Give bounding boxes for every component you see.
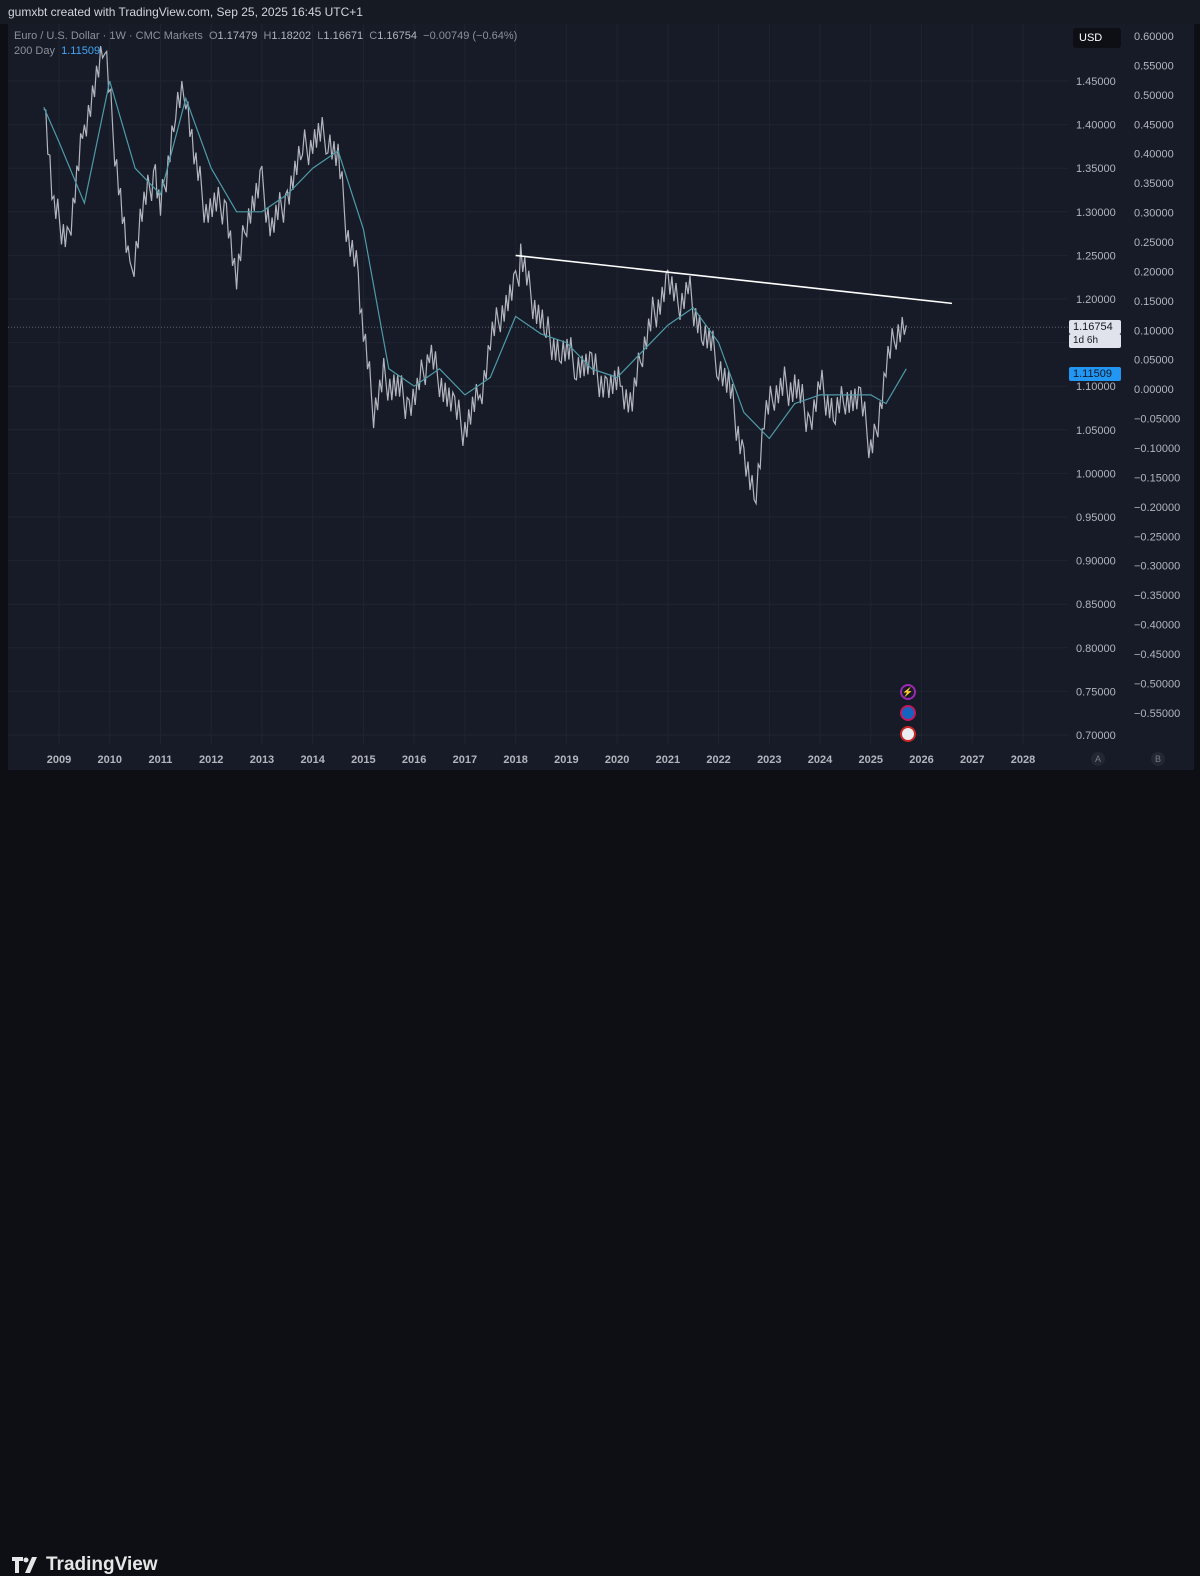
pct-tick-label: 0.30000 [1134, 208, 1174, 220]
change-value: −0.00749 (−0.64%) [423, 30, 518, 42]
x-tick-label: 2020 [605, 754, 629, 766]
low-value: 1.16671 [323, 30, 364, 42]
x-tick-label: 2013 [250, 754, 274, 766]
pct-tick-label: −0.05000 [1134, 414, 1180, 426]
flag-us-event-icon[interactable] [900, 726, 916, 742]
pct-tick-label: −0.20000 [1134, 502, 1180, 514]
pct-tick-label: 0.35000 [1134, 178, 1174, 190]
pct-tick-label: 0.50000 [1134, 90, 1174, 102]
pct-tick-label: 0.05000 [1134, 355, 1174, 367]
series-layer [8, 45, 1068, 506]
open-value: 1.17479 [217, 30, 258, 42]
resistance-trendline [515, 254, 953, 305]
tv-logo-icon [12, 1557, 37, 1573]
pct-tick-label: 0.15000 [1134, 296, 1174, 308]
y-tick-label: 0.85000 [1076, 599, 1116, 611]
x-tick-label: 2009 [47, 754, 71, 766]
auto-scale-button[interactable]: A [1091, 752, 1105, 766]
y-tick-label: 1.10000 [1076, 381, 1116, 393]
y-tick-label: 1.30000 [1076, 207, 1116, 219]
y-tick-label: 1.00000 [1076, 468, 1116, 480]
grid-layer [8, 24, 1068, 744]
ma-200-series [43, 80, 907, 440]
pct-tick-label: −0.50000 [1134, 678, 1180, 690]
chart-svg: 1.45000 1.40000 1.35000 1.30000 1.25000 1.200… [8, 24, 1180, 766]
current-price-tag: 1.16754 [1069, 320, 1121, 334]
x-tick-label: 2012 [199, 754, 223, 766]
lightning-event-icon[interactable]: ⚡ [900, 684, 916, 700]
x-tick-label: 2010 [97, 754, 121, 766]
price-series [43, 45, 907, 506]
pct-tick-label: 0.10000 [1134, 325, 1174, 337]
symbol-name[interactable]: Euro / U.S. Dollar · 1W · CMC Markets [14, 30, 203, 42]
pct-tick-label: −0.55000 [1134, 708, 1180, 720]
y-tick-label: 0.70000 [1076, 730, 1116, 742]
brand-name: TradingView [46, 1554, 158, 1575]
x-tick-label: 2028 [1011, 754, 1035, 766]
y-tick-label: 1.40000 [1076, 120, 1116, 132]
high-value: 1.18202 [271, 30, 312, 42]
bar-countdown-tag: 1d 6h [1069, 334, 1121, 348]
x-tick-label: 2027 [960, 754, 984, 766]
indicator-name: 200 Day [14, 45, 55, 57]
symbol-line: Euro / U.S. Dollar · 1W · CMC Markets O1… [14, 29, 517, 44]
x-tick-label: 2015 [351, 754, 375, 766]
pct-tick-label: 0.55000 [1134, 60, 1174, 72]
y-tick-label: 1.25000 [1076, 250, 1116, 262]
x-tick-label: 2023 [757, 754, 781, 766]
axis-layer: 1.45000 1.40000 1.35000 1.30000 1.25000 1.200… [47, 31, 1180, 766]
pct-tick-label: −0.30000 [1134, 561, 1180, 573]
legend: Euro / U.S. Dollar · 1W · CMC Markets O1… [14, 29, 517, 59]
y-tick-label: 1.05000 [1076, 425, 1116, 437]
y-tick-label: 1.20000 [1076, 294, 1116, 306]
footer: TradingView [0, 770, 1200, 1575]
x-tick-label: 2019 [554, 754, 578, 766]
pct-tick-label: −0.10000 [1134, 443, 1180, 455]
close-value: 1.16754 [377, 30, 418, 42]
x-tick-label: 2014 [300, 754, 325, 766]
pct-tick-label: −0.35000 [1134, 590, 1180, 602]
x-tick-label: 2025 [859, 754, 883, 766]
pct-tick-label: 0.60000 [1134, 31, 1174, 43]
currency-button[interactable]: USD [1073, 28, 1121, 48]
pct-tick-label: −0.45000 [1134, 649, 1180, 661]
x-tick-label: 2024 [808, 754, 833, 766]
y-tick-label: 0.95000 [1076, 512, 1116, 524]
open-label: O [208, 30, 218, 42]
pct-tick-label: 0.45000 [1134, 119, 1174, 131]
pct-tick-label: −0.25000 [1134, 531, 1180, 543]
y-tick-label: 1.35000 [1076, 163, 1116, 175]
pct-tick-label: 0.40000 [1134, 149, 1174, 161]
x-tick-label: 2011 [149, 754, 173, 766]
ma-price-tag: 1.11509 [1069, 367, 1121, 381]
x-tick-label: 2018 [503, 754, 527, 766]
indicator-line[interactable]: 200 Day 1.11509 [14, 44, 517, 59]
pct-tick-label: −0.40000 [1134, 620, 1180, 632]
y-tick-label: 0.80000 [1076, 643, 1116, 655]
tradingview-logo[interactable]: TradingView [12, 1554, 158, 1576]
b-scale-button[interactable]: B [1151, 752, 1165, 766]
x-tick-label: 2016 [402, 754, 426, 766]
pct-tick-label: 0.25000 [1134, 237, 1174, 249]
y-tick-label: 0.90000 [1076, 556, 1116, 568]
y-tick-label: 0.75000 [1076, 686, 1116, 698]
x-tick-label: 2021 [656, 754, 680, 766]
pct-tick-label: −0.15000 [1134, 472, 1180, 484]
globe-event-icon[interactable] [900, 705, 916, 721]
y-tick-label: 1.45000 [1076, 76, 1116, 88]
indicator-value: 1.11509 [61, 45, 101, 57]
x-tick-label: 2022 [706, 754, 730, 766]
x-tick-label: 2017 [453, 754, 477, 766]
pct-tick-label: 0.20000 [1134, 266, 1174, 278]
pct-tick-label: 0.00000 [1134, 384, 1174, 396]
x-tick-label: 2026 [909, 754, 933, 766]
